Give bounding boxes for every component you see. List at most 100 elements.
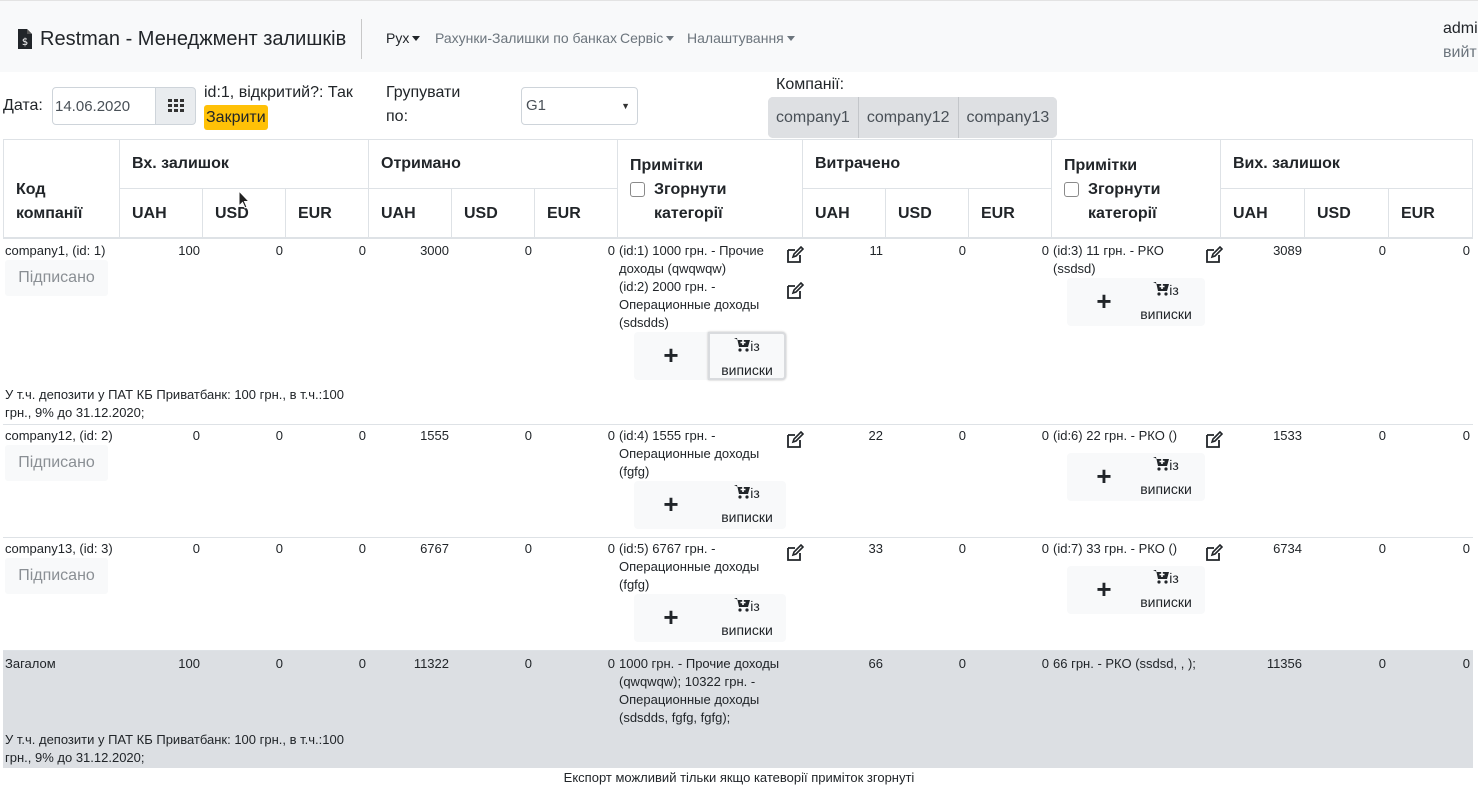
group-by-label: Групувати: [386, 84, 461, 101]
app-brand[interactable]: $ Restman - Менеджмент залишків: [18, 25, 346, 53]
collapse-received-categories-label: Згорнути категорії: [654, 181, 727, 222]
edit-icon[interactable]: [786, 543, 805, 562]
rec-value: 0: [524, 541, 532, 556]
out-value: 3089: [1273, 243, 1302, 258]
from-statement-button[interactable]: із виписки: [708, 594, 786, 642]
dropdown-arrow-icon: ▼: [621, 101, 630, 111]
signed-status: Підписано: [5, 558, 108, 594]
spent-note: (id:7) 33 грн. - РКО (): [1053, 541, 1178, 556]
group-by-select[interactable]: G1 ▼: [521, 87, 638, 125]
currency-header: UAH: [381, 205, 416, 222]
add-received-button[interactable]: +: [634, 594, 708, 642]
date-input[interactable]: [52, 87, 156, 125]
received-note: доходы (qwqwqw): [619, 261, 727, 276]
deposit-note: У т.ч. депозити у ПАТ КБ Приватбанк: 100…: [5, 387, 344, 402]
out-value: 0: [1462, 243, 1470, 258]
out-value: 1533: [1273, 428, 1302, 443]
invoice-dollar-icon: $: [18, 29, 32, 49]
collapse-spent-categories-checkbox[interactable]: [1064, 182, 1079, 197]
total-deposit-note: грн., 9% до 31.12.2020;: [5, 750, 145, 765]
from-statement-button[interactable]: із виписки: [1127, 566, 1205, 614]
rec-value: 0: [524, 243, 532, 258]
from-statement-label: із: [708, 481, 786, 505]
nav-menu-service[interactable]: Сервіс: [620, 30, 675, 46]
company-filter-group: company1 company12 company13: [768, 97, 1058, 138]
rec-value: 11322: [413, 656, 449, 671]
calendar-grid-icon: [167, 99, 184, 112]
from-label: із: [1169, 457, 1179, 473]
spent-value: 0: [1041, 243, 1049, 258]
mouse-cursor-icon: [238, 190, 250, 209]
in-value: 0: [275, 428, 283, 443]
from-statement-button[interactable]: із виписки: [1127, 278, 1205, 326]
rec-value: 0: [607, 656, 615, 671]
rec-value: 0: [524, 428, 532, 443]
out-value: 0: [1462, 656, 1470, 671]
from-label: із: [1169, 570, 1179, 586]
total-received-note: 1000 грн. - Прочие доходы: [619, 656, 780, 671]
edit-icon[interactable]: [1205, 543, 1224, 562]
edit-icon[interactable]: [1205, 430, 1224, 449]
company-chip-company1[interactable]: company1: [768, 97, 859, 138]
in-value: 0: [275, 656, 283, 671]
companies-label: Компанії:: [776, 76, 845, 93]
add-received-button[interactable]: +: [634, 332, 708, 380]
out-value: 0: [1378, 541, 1386, 556]
svg-text:$: $: [22, 37, 28, 48]
statement-label: виписки: [721, 622, 773, 638]
calendar-button[interactable]: [155, 87, 196, 125]
nav-menu-accounts[interactable]: Рахунки-Залишки по банках: [435, 30, 617, 46]
company-chip-company12[interactable]: company12: [858, 97, 959, 138]
logout-link[interactable]: вийт: [1443, 41, 1478, 65]
deposit-note: грн., 9% до 31.12.2020;: [5, 405, 145, 420]
spent-value: 0: [958, 243, 966, 258]
nav-menu-movement[interactable]: Рух: [386, 30, 421, 46]
cart-plus-icon: [734, 338, 751, 352]
currency-header: USD: [464, 205, 498, 222]
close-period-button[interactable]: Закрити: [204, 105, 268, 130]
total-received-note: (sdsdds, fgfg, fgfg);: [619, 710, 731, 725]
in-value: 0: [275, 541, 283, 556]
company-chip-company13[interactable]: company13: [958, 97, 1058, 138]
from-statement-label: із: [708, 594, 786, 618]
rec-value: 6767: [420, 541, 449, 556]
company-name: company12, (id: 2): [5, 428, 113, 443]
from-statement-button[interactable]: із виписки: [708, 481, 786, 529]
spent-value: 0: [1041, 541, 1049, 556]
total-spent-note: 66 грн. - РКО (ssdsd, , );: [1053, 656, 1196, 671]
currency-header: USD: [1317, 205, 1351, 222]
in-value: 0: [358, 656, 366, 671]
nav-menu-settings[interactable]: Налаштування: [687, 30, 795, 46]
group-by-value: G1: [526, 97, 547, 114]
received-note: (id:1) 1000 грн. - Прочие: [619, 243, 764, 258]
total-received-note: (qwqwqw); 10322 грн. -: [619, 674, 756, 689]
edit-icon[interactable]: [786, 281, 805, 300]
spent-value: 33: [868, 541, 883, 556]
received-note: (sdsdds): [619, 315, 669, 330]
spent-value: 0: [1041, 428, 1049, 443]
currency-header: EUR: [981, 205, 1015, 222]
edit-icon[interactable]: [1205, 245, 1224, 264]
add-received-button[interactable]: +: [634, 481, 708, 529]
spent-value: 0: [958, 428, 966, 443]
user-block: admi вийт: [1443, 17, 1478, 65]
collapse-received-categories-checkbox[interactable]: [630, 182, 645, 197]
nav-divider: [361, 19, 362, 59]
rec-value: 1555: [420, 428, 449, 443]
chevron-down-icon: [786, 36, 795, 41]
spent-note: (id:3) 11 грн. - РКО: [1053, 243, 1164, 258]
in-value: 0: [358, 243, 366, 258]
edit-icon[interactable]: [786, 430, 805, 449]
currency-header: UAH: [1233, 205, 1268, 222]
edit-icon[interactable]: [786, 245, 805, 264]
in-value: 0: [275, 243, 283, 258]
received-note: (fgfg): [619, 577, 650, 592]
signed-status: Підписано: [5, 445, 108, 481]
company-name: company1, (id: 1): [5, 243, 106, 258]
rec-value: 0: [607, 428, 615, 443]
from-statement-button[interactable]: із виписки: [708, 332, 786, 380]
col-header-code: Код компанії: [16, 181, 83, 222]
from-label: із: [750, 485, 760, 501]
from-statement-button[interactable]: із виписки: [1127, 453, 1205, 501]
spent-value: 0: [958, 541, 966, 556]
